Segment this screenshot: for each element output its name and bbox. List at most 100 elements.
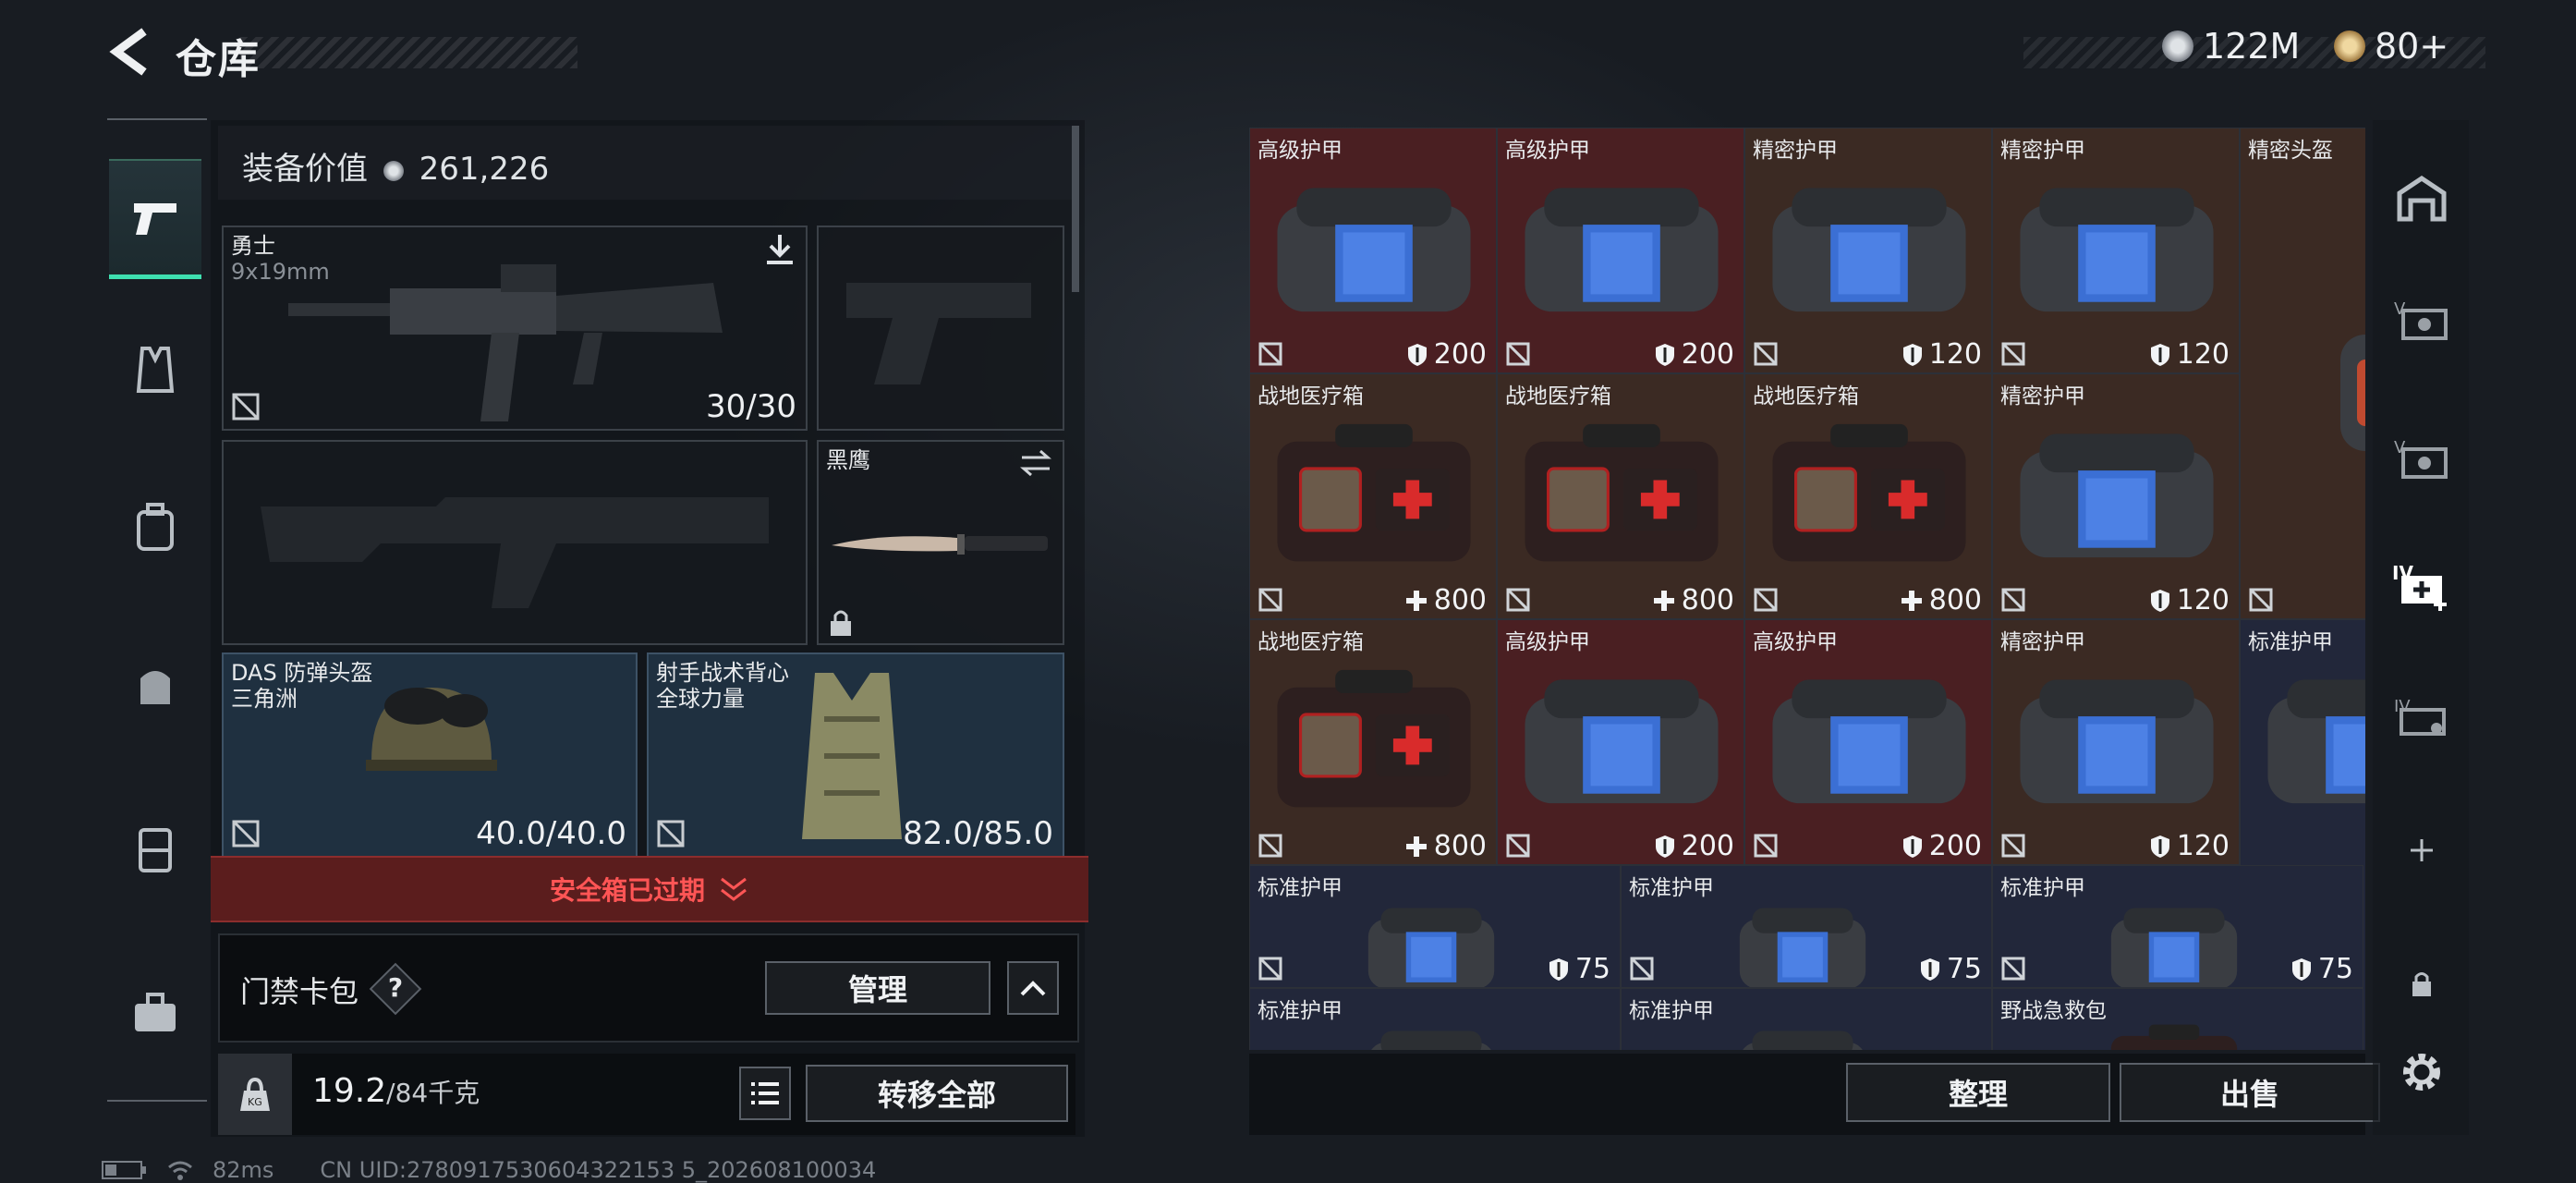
grid-item-name: 战地医疗箱 <box>1753 384 1859 409</box>
nav-tab-backpack[interactable] <box>109 481 201 573</box>
armor-item-icon <box>1733 894 1872 987</box>
grid-item-value: 200 <box>1406 338 1487 371</box>
nav-tab-case[interactable] <box>109 967 201 1059</box>
grid-item[interactable]: 标准护甲 <box>1249 988 1621 1050</box>
medical-iv-icon: IV <box>2392 562 2447 611</box>
sell-button[interactable]: 出售 <box>2120 1063 2380 1122</box>
armor-item-icon <box>2011 657 2223 814</box>
currency-balance: 122M <box>2162 26 2300 67</box>
transfer-all-button[interactable]: 转移全部 <box>806 1065 1068 1122</box>
grid-item-name: 精密护甲 <box>2000 384 2085 409</box>
grid-item[interactable]: 高级护甲 200 <box>1497 619 1744 865</box>
download-icon[interactable] <box>763 233 796 266</box>
grid-item[interactable]: 精密护甲 120 <box>1744 128 1992 373</box>
grid-item[interactable]: 战地医疗箱 800 <box>1497 373 1744 619</box>
grid-item-name: 野战急救包 <box>2000 999 2107 1023</box>
grid-item-value: 120 <box>2149 338 2230 371</box>
armor-item-icon <box>2258 657 2365 814</box>
pistol-slot[interactable] <box>817 226 1064 431</box>
no-insure-icon <box>1258 834 1282 858</box>
armor-shield-icon <box>2291 957 2311 981</box>
sort-button[interactable]: 整理 <box>1846 1063 2110 1122</box>
heal-icon <box>1405 835 1427 857</box>
vest-slot[interactable]: 射手战术背心 全球力量 82.0/85.0 <box>647 652 1064 858</box>
armor-item-icon <box>1362 1017 1501 1050</box>
grid-item-value: 200 <box>1902 830 1982 862</box>
warehouse-tab-v1[interactable]: V <box>2389 287 2454 351</box>
nav-tab-rig[interactable] <box>109 804 201 896</box>
no-insure-icon <box>1754 834 1778 858</box>
equipment-value: 装备价值 261,226 <box>242 151 550 188</box>
nav-divider-bottom <box>107 1100 207 1102</box>
grid-item-value: 800 <box>1404 584 1487 616</box>
warehouse-tab-iv[interactable]: IV <box>2389 684 2454 749</box>
melee-slot[interactable]: 黑鹰 <box>817 440 1064 645</box>
manage-button[interactable]: 管理 <box>765 961 990 1015</box>
helmet-item-icon <box>2332 323 2365 462</box>
grid-item-name: 高级护甲 <box>1258 139 1343 163</box>
safe-box-expired-banner[interactable]: 安全箱已过期 <box>211 856 1088 922</box>
armor-shield-icon <box>1902 343 1922 366</box>
no-insure-icon <box>1506 588 1530 612</box>
svg-text:KG: KG <box>248 1096 262 1108</box>
swap-icon[interactable] <box>1018 449 1053 477</box>
grid-item[interactable]: 战地医疗箱 800 <box>1744 373 1992 619</box>
armor-shield-icon <box>1655 343 1674 366</box>
grid-item[interactable]: 战地医疗箱 800 <box>1249 619 1497 865</box>
no-insure-icon <box>1258 957 1282 981</box>
scrollbar[interactable] <box>1072 126 1079 292</box>
settings-button[interactable] <box>2389 1040 2454 1104</box>
double-chevron-down-icon <box>721 877 747 901</box>
heal-icon <box>1901 590 1922 611</box>
grid-item[interactable]: 野战急救包 <box>1992 988 2363 1050</box>
grid-item[interactable]: 标准护甲 75 <box>1249 865 1621 988</box>
nav-tab-weapons[interactable] <box>109 159 201 279</box>
back-arrow-icon[interactable] <box>103 24 159 79</box>
locked-tab <box>2389 952 2454 1017</box>
chevron-up-icon <box>1020 981 1046 996</box>
grid-item[interactable]: 精密护甲 120 <box>1992 619 2240 865</box>
grid-item-name: 精密护甲 <box>2000 630 2085 654</box>
grid-item[interactable]: 精密头盔75 <box>2240 128 2365 619</box>
nav-tab-vest[interactable] <box>109 323 201 416</box>
grid-item-name: 标准护甲 <box>1629 999 1714 1023</box>
warehouse-tab-all[interactable] <box>2389 166 2454 231</box>
grid-item-value: 800 <box>1900 584 1982 616</box>
grid-item[interactable]: 精密护甲 120 <box>1992 128 2240 373</box>
armor-shield-icon <box>1902 835 1922 858</box>
safe-v-icon: V <box>2394 299 2448 340</box>
add-warehouse-button[interactable] <box>2389 818 2454 883</box>
warehouse-grid: 高级护甲200高级护甲200精密护甲120精密护甲120精密头盔75战地医疗箱8… <box>1249 128 2365 1050</box>
grid-item[interactable]: 高级护甲 200 <box>1744 619 1992 865</box>
weight-readout: 19.2/84千克 <box>312 1072 480 1110</box>
collapse-button[interactable] <box>1007 961 1059 1015</box>
grid-item-value: 800 <box>1404 830 1487 862</box>
list-view-button[interactable] <box>739 1067 791 1120</box>
armor-item-icon <box>1763 165 1975 323</box>
premium-currency[interactable]: 80+ <box>2334 26 2448 67</box>
no-insure-icon <box>2001 342 2025 366</box>
armor-shield-icon <box>1920 957 1939 981</box>
heal-icon <box>1405 590 1427 611</box>
grid-item[interactable]: 高级护甲 200 <box>1497 128 1744 373</box>
nav-tab-pouch[interactable] <box>109 638 201 730</box>
grid-item[interactable]: 精密护甲 120 <box>1992 373 2240 619</box>
kettlebell-icon: KG <box>240 1077 270 1111</box>
grid-item[interactable]: 战地医疗箱 800 <box>1249 373 1497 619</box>
no-insure-icon <box>1630 957 1654 981</box>
warehouse-icon <box>2397 175 2447 222</box>
warehouse-tab-v2[interactable]: V <box>2389 425 2454 490</box>
grid-item[interactable]: 高级护甲 200 <box>1249 128 1497 373</box>
grid-item[interactable]: 标准护甲 75 <box>1992 865 2363 988</box>
grid-item[interactable]: 标准护甲 75 <box>1621 865 1992 988</box>
warehouse-tab-medical[interactable]: IV <box>2389 555 2454 619</box>
primary-weapon-slot[interactable]: 勇士 9x19mm 30/30 <box>222 226 808 431</box>
helmet-slot[interactable]: DAS 防弹头盔 三角洲 40.0/40.0 <box>222 652 638 858</box>
no-insure-icon <box>1754 588 1778 612</box>
help-icon[interactable]: ? <box>384 972 407 1003</box>
grid-item[interactable]: 标准护甲 <box>1621 988 1992 1050</box>
nav-divider <box>107 118 207 120</box>
secondary-weapon-slot[interactable] <box>222 440 808 645</box>
armor-shield-icon <box>2150 343 2169 366</box>
grid-item-value: 800 <box>1652 584 1734 616</box>
